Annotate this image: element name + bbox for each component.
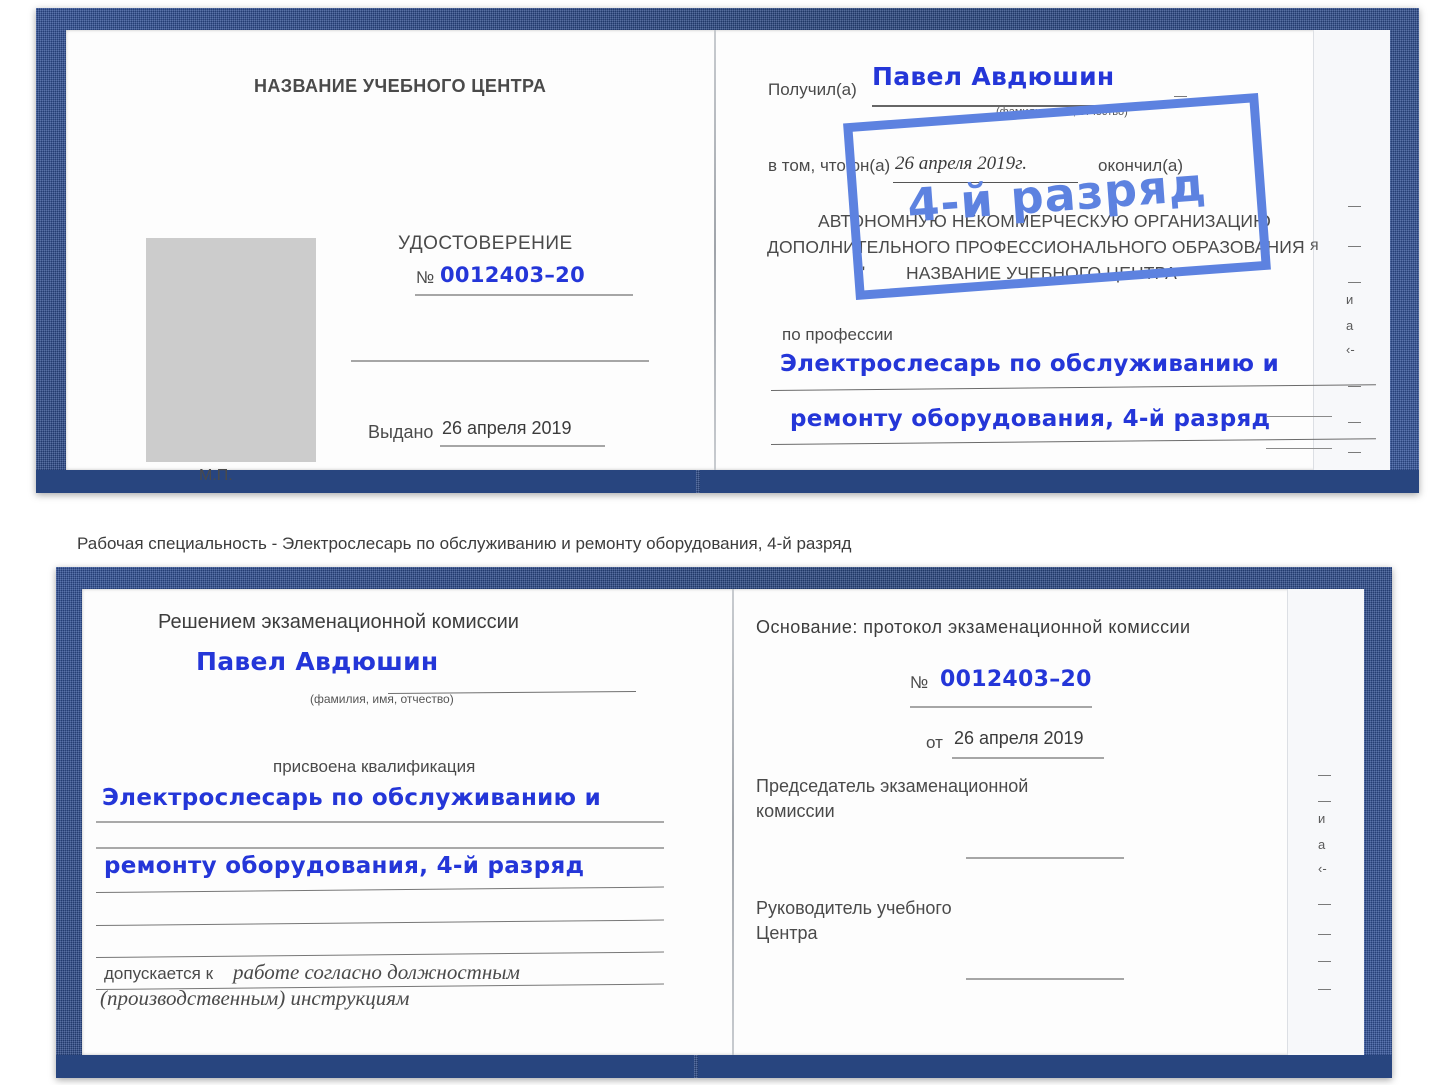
protocol-number-rule [910,706,1092,708]
admitted-label: допускается к [104,964,214,983]
protocol-date-value: 26 апреля 2019 [954,728,1084,748]
blank-line-1 [95,886,664,893]
image-caption: Рабочая специальность - Электрослесарь п… [77,534,852,553]
cut-dash-a3 [1348,282,1361,283]
back-fragment-arrow-2: ‹- [1318,861,1327,876]
certificate-pages-2: Решением экзаменационной комиссии Павел … [82,589,1364,1055]
back-fragment-i-2: и [1318,811,1326,826]
cut-dash-a5 [1348,422,1361,423]
cut-dash-b4 [1318,934,1331,935]
chairman-label-line-1: Председатель экзаменационной [756,776,1029,796]
cut-dash-b2 [1318,801,1331,802]
cut-dash-a6 [1348,452,1361,453]
certificate-pages-1: НАЗВАНИЕ УЧЕБНОГО ЦЕНТРА УДОСТОВЕРЕНИЕ №… [66,30,1390,484]
certificate-spread-2: Решением экзаменационной комиссии Павел … [56,567,1392,1078]
cover-notch-bottom-left [36,470,696,493]
chairman-label-line-2: комиссии [756,801,835,821]
head-signature-rule [966,978,1124,980]
qualification-rule-1 [96,821,664,823]
qualification-label: присвоена квалификация [273,757,476,776]
training-center-name-heading: НАЗВАНИЕ УЧЕБНОГО ЦЕНТРА [254,76,547,96]
profession-rule-2 [770,438,1376,445]
cut-dash-b3 [1318,904,1331,905]
qualification-rule-2 [96,847,664,849]
profession-label: по профессии [782,325,893,344]
rank-watermark-stamp: 4-й разряд [843,93,1271,300]
blank-line-3 [95,951,664,958]
cover-notch-bottom-right [700,470,1419,493]
commission-decision-heading: Решением экзаменационной комиссии [158,611,519,633]
issued-value: 26 апреля 2019 [442,418,572,438]
profession-value-line-1: Электрослесарь по обслуживанию и [780,351,1279,377]
student-name-hint: (фамилия, имя, отчество) [310,692,454,706]
basis-label: Основание: протокол экзаменационной коми… [756,617,1191,637]
seal-label: М.П. [199,467,233,484]
qualification-line-1: Электрослесарь по обслуживанию и [102,785,601,811]
back-fragment-i: и [1346,292,1354,307]
received-value: Павел Авдюшин [872,62,1115,91]
cut-dash-b6 [1318,989,1331,990]
back-fragment-arrow: ‹- [1346,342,1355,357]
back-page-edge-2 [1287,589,1364,1055]
blank-rule-left-page [351,360,649,362]
cut-dash-a1 [1348,206,1361,207]
protocol-number-value: 0012403–20 [940,667,1092,692]
cut-dash-right-1 [1174,96,1187,97]
admitted-line-2: (производственным) инструкциям [100,986,410,1010]
back-fragment-a-2: а [1318,837,1326,852]
cut-dash-b1 [1318,775,1331,776]
back-fragment-a: а [1346,318,1354,333]
back-rule-a1 [1266,416,1332,417]
book-spine-1 [714,30,716,470]
back-rule-a2 [1266,448,1332,449]
protocol-date-label: от [926,733,943,752]
head-label-line-2: Центра [756,923,818,943]
cut-dash-b5 [1318,961,1331,962]
blank-line-2 [95,919,664,926]
back-fragment-ya: я [1310,237,1319,254]
book-spine-2 [732,589,734,1055]
student-name-value: Павел Авдюшин [196,647,439,676]
back-page-edge-1 [1313,30,1390,470]
received-label: Получил(а) [768,80,857,99]
certificate-number-value: 0012403–20 [440,263,586,287]
certificate-spread-1: НАЗВАНИЕ УЧЕБНОГО ЦЕНТРА УДОСТОВЕРЕНИЕ №… [36,8,1419,493]
certificate-title: УДОСТОВЕРЕНИЕ [398,233,573,254]
certificate-number-rule [415,294,633,296]
cover-notch-bottom-right-2 [698,1055,1392,1078]
cover-notch-bottom-left-2 [56,1055,694,1078]
protocol-date-rule [952,757,1104,759]
issued-label: Выдано [368,422,434,442]
profession-rule-1 [770,384,1376,391]
chairman-signature-rule [966,857,1124,859]
profession-value-line-2: ремонту оборудования, 4-й разряд [790,406,1271,432]
photo-placeholder [146,238,316,462]
issued-rule [440,445,605,447]
qualification-line-2: ремонту оборудования, 4-й разряд [104,853,585,879]
cut-dash-a2 [1348,246,1361,247]
cut-dash-a4 [1348,386,1361,387]
certificate-number-label: № [416,268,435,287]
head-label-line-1: Руководитель учебного [756,898,952,918]
admitted-line-1: работе согласно должностным [233,960,520,984]
protocol-number-label: № [910,673,929,692]
